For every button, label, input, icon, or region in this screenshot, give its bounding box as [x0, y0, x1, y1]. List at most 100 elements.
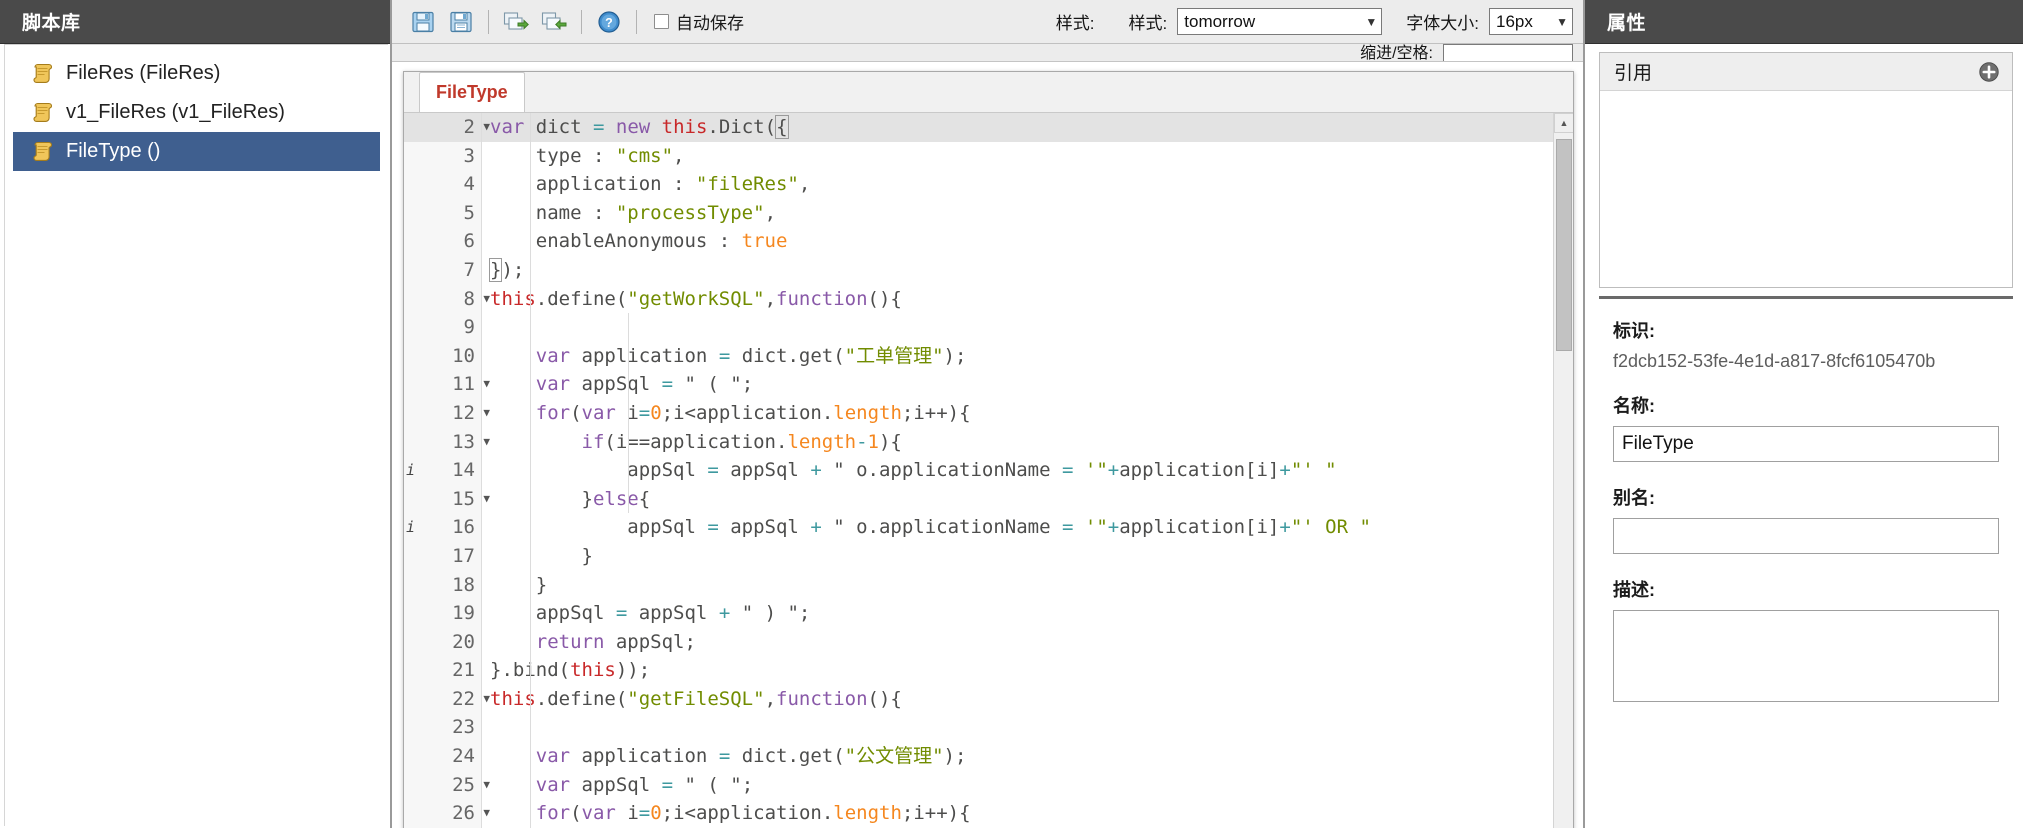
code-token	[490, 745, 536, 767]
code-token: +	[810, 516, 821, 538]
script-tree[interactable]: FileRes (FileRes) v1_FileRes (v1_FileRes…	[4, 44, 388, 826]
tree-item-filetype[interactable]: FileType ()	[13, 132, 380, 171]
autosave-checkbox[interactable]: 自动保存	[654, 9, 744, 34]
code-token: );	[501, 259, 524, 281]
code-token: +	[719, 602, 730, 624]
help-icon[interactable]: ?	[593, 7, 625, 37]
save-icon[interactable]	[407, 7, 439, 37]
code-line[interactable]: name : "processType",	[482, 199, 1573, 228]
code-line[interactable]: this.define("getWorkSQL",function(){	[482, 285, 1573, 314]
save-as-icon[interactable]	[445, 7, 477, 37]
code-line[interactable]: }	[482, 571, 1573, 600]
code-token: appSql	[719, 459, 811, 481]
code-token: application	[570, 345, 719, 367]
code-token: ,	[765, 202, 776, 224]
code-line[interactable]: for(var i=0;i<application.length;i++){	[482, 399, 1573, 428]
code-token: (	[570, 802, 581, 824]
fold-toggle-icon[interactable]: ▼	[478, 771, 490, 800]
fold-toggle-icon[interactable]: ▼	[478, 685, 490, 714]
code-token: dict	[524, 116, 593, 138]
code-token: appSql;	[604, 631, 696, 653]
code-line[interactable]: var appSql = " ( ";	[482, 771, 1573, 800]
code-line[interactable]: var application = dict.get("工单管理");	[482, 342, 1573, 371]
svg-text:?: ?	[605, 16, 613, 30]
code-line[interactable]: this.define("getFileSQL",function(){	[482, 685, 1573, 714]
fontsize-select[interactable]: 16px ▼	[1489, 8, 1573, 35]
code-token: '"	[1073, 459, 1107, 481]
tree-item-fileres[interactable]: FileRes (FileRes)	[5, 54, 388, 93]
fold-toggle-icon[interactable]: ▼	[478, 428, 490, 457]
code-token: var	[582, 802, 616, 824]
code-line[interactable]: var application = dict.get("公文管理");	[482, 742, 1573, 771]
code-token: "' OR "	[1291, 516, 1371, 538]
code-line[interactable]: type : "cms",	[482, 142, 1573, 171]
fold-toggle-icon[interactable]: ▼	[478, 399, 490, 428]
code-line[interactable]: }.bind(this));	[482, 656, 1573, 685]
code-token: '"	[1073, 516, 1107, 538]
alias-input[interactable]	[1613, 518, 1999, 554]
code-line[interactable]: if(i==application.length-1){	[482, 428, 1573, 457]
line-number: 11▼	[404, 370, 481, 399]
code-token: appSql	[627, 602, 719, 624]
tab-filetype[interactable]: FileType	[419, 72, 525, 112]
code-token: " ( ";	[673, 373, 753, 395]
chevron-down-icon: ▼	[1556, 15, 1568, 29]
indent-label: 缩进/空格:	[1360, 44, 1433, 62]
code-token: for	[536, 802, 570, 824]
code-line[interactable]: application : "fileRes",	[482, 170, 1573, 199]
tree-item-v1-fileres[interactable]: v1_FileRes (v1_FileRes)	[5, 93, 388, 132]
reference-list[interactable]	[1600, 91, 2012, 287]
fold-toggle-icon[interactable]: ▼	[478, 370, 490, 399]
code-line[interactable]: appSql = appSql + " o.applicationName = …	[482, 513, 1573, 542]
scroll-up-arrow[interactable]: ▲	[1554, 113, 1573, 133]
style-label-2: 样式:	[1129, 9, 1168, 34]
code-token: "公文管理"	[845, 745, 944, 767]
script-library-panel: 脚本库 FileRes (FileRes) v1_F	[0, 0, 392, 828]
code-line[interactable]: });	[482, 256, 1573, 285]
checkbox-box[interactable]	[654, 14, 669, 29]
fold-toggle-icon[interactable]: ▼	[478, 485, 490, 514]
code-line[interactable]: appSql = appSql + " ) ";	[482, 599, 1573, 628]
code-token: appSql	[490, 602, 616, 624]
line-number: 19	[404, 599, 481, 628]
code-token: " o.applicationName	[822, 516, 1062, 538]
code-token: this	[570, 659, 616, 681]
code-content[interactable]: var dict = new this.Dict({ type : "cms",…	[482, 113, 1573, 828]
fold-toggle-icon[interactable]: ▼	[478, 113, 490, 142]
import-icon[interactable]	[500, 7, 532, 37]
indent-input[interactable]	[1443, 44, 1573, 62]
fold-toggle-icon[interactable]: ▼	[478, 799, 490, 828]
code-line[interactable]: }else{	[482, 485, 1573, 514]
add-circle-icon[interactable]	[1978, 61, 2000, 83]
code-line[interactable]: for(var i=0;i<application.length;i++){	[482, 799, 1573, 828]
name-input[interactable]	[1613, 426, 1999, 462]
code-token: +	[1108, 516, 1119, 538]
line-warning-icon: i	[406, 456, 415, 485]
code-line[interactable]	[482, 313, 1573, 342]
description-textarea[interactable]	[1613, 610, 1999, 702]
property-fields: 标识: f2dcb152-53fe-4e1d-a817-8fcf6105470b…	[1599, 296, 2013, 828]
code-token: -	[856, 431, 867, 453]
code-viewport[interactable]: 2▼345678▼91011▼12▼13▼14i15▼16i1718192021…	[404, 113, 1573, 828]
code-line[interactable]: appSql = appSql + " o.applicationName = …	[482, 456, 1573, 485]
line-number: 13▼	[404, 428, 481, 457]
code-token	[490, 345, 536, 367]
fold-toggle-icon[interactable]: ▼	[478, 285, 490, 314]
autosave-label: 自动保存	[676, 9, 744, 34]
code-token: this	[490, 688, 536, 710]
code-line[interactable]: }	[482, 542, 1573, 571]
code-line[interactable]: enableAnonymous : true	[482, 227, 1573, 256]
style-select[interactable]: tomorrow ▼	[1177, 8, 1382, 35]
code-line[interactable]: var appSql = " ( ";	[482, 370, 1573, 399]
export-icon[interactable]	[538, 7, 570, 37]
properties-title: 属性	[1585, 0, 2023, 44]
toolbar-right-group: 样式: 样式: tomorrow ▼ 字体大小: 16px ▼	[1032, 8, 1583, 35]
code-line[interactable]: return appSql;	[482, 628, 1573, 657]
code-token: function	[776, 288, 868, 310]
code-line[interactable]: var dict = new this.Dict({	[482, 113, 1573, 142]
code-line[interactable]	[482, 713, 1573, 742]
editor-vertical-scrollbar[interactable]: ▲ ▼	[1553, 113, 1573, 828]
code-token: appSql	[719, 516, 811, 538]
code-token: =	[593, 116, 604, 138]
scrollbar-thumb[interactable]	[1556, 139, 1572, 351]
